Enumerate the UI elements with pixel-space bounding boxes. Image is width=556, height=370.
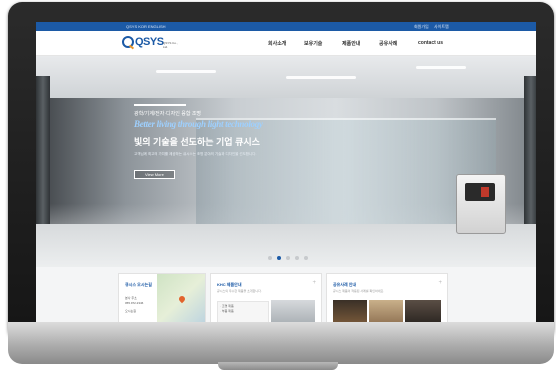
products-card-description: 큐시스의 우수한 제품을 소개합니다. xyxy=(217,289,262,293)
ceiling-light xyxy=(156,70,216,73)
hero-slider: 광학/기계/전자·디자인 융합 조명 Better living through… xyxy=(36,56,536,267)
location-card[interactable]: 큐시스 오시는길 본사 주소 055.972.2346 오시는길 xyxy=(118,273,206,324)
hero-small-text: 광학/기계/전자·디자인 융합 조명 xyxy=(134,111,202,117)
view-more-button[interactable]: View More xyxy=(134,170,175,179)
slider-dot-2[interactable] xyxy=(277,256,281,260)
products-thumbnail xyxy=(271,300,315,324)
more-plus-icon[interactable]: + xyxy=(438,280,442,286)
monitor-chin xyxy=(8,322,554,364)
utility-bar: QSYS KOR ENGLISH 회원가입 사이트맵 xyxy=(36,22,536,31)
hero-pillar xyxy=(36,76,50,246)
map-pin-icon xyxy=(177,294,187,304)
more-plus-icon[interactable]: + xyxy=(312,280,316,286)
topbar-link-sitemap[interactable]: 사이트맵 xyxy=(434,24,449,29)
nav-item-technology[interactable]: 보유기술 xyxy=(304,40,322,47)
website-screen: QSYS KOR ENGLISH 회원가입 사이트맵 QSYS QSYS Co.… xyxy=(36,22,536,324)
hero-ceiling xyxy=(36,56,536,98)
nav-item-company[interactable]: 회사소개 xyxy=(268,40,286,47)
location-line-3: 오시는길 xyxy=(125,309,137,313)
hero-english-tagline: Better living through light technology xyxy=(134,119,263,129)
case-photo[interactable] xyxy=(333,300,367,324)
monitor-stand xyxy=(218,362,338,370)
products-card-title: KHC 제품안내 xyxy=(217,282,242,287)
hero-description: 고객님께 최고의 가치를 제공하는 큐시스는 조명 분야의 기술과 디자인을 선… xyxy=(134,152,257,156)
hero-machine-image xyxy=(456,174,506,234)
ceiling-light xyxy=(286,76,356,79)
slider-pagination xyxy=(268,256,318,262)
info-cards-section: 큐시스 오시는길 본사 주소 055.972.2346 오시는길 KHC 제품안… xyxy=(36,267,536,324)
nav-item-products[interactable]: 제품안내 xyxy=(342,40,360,47)
main-navigation: QSYS QSYS Co., Ltd. 회사소개 보유기술 제품안내 공유사례 … xyxy=(36,31,536,56)
slider-dot-5[interactable] xyxy=(304,256,308,260)
ceiling-light xyxy=(416,66,466,69)
hero-korean-headline: 빛의 기술을 선도하는 기업 큐시스 xyxy=(134,137,260,147)
slider-dot-3[interactable] xyxy=(286,256,290,260)
nav-item-contact[interactable]: contact us xyxy=(418,40,443,46)
topbar-link-kor[interactable]: QSYS KOR xyxy=(126,24,147,29)
location-line-1: 본사 주소 xyxy=(125,296,137,300)
slider-dot-4[interactable] xyxy=(295,256,299,260)
topbar-link-join[interactable]: 회원가입 xyxy=(414,24,429,29)
site-logo[interactable]: QSYS QSYS Co., Ltd. xyxy=(122,36,182,50)
cases-card-title: 공유사례 안내 xyxy=(333,282,357,287)
products-list-item[interactable]: · 조명 제품 xyxy=(220,304,234,308)
case-photo[interactable] xyxy=(405,300,441,324)
location-line-2: 055.972.2346 xyxy=(125,301,144,305)
logo-mark-icon xyxy=(122,36,134,48)
cases-card[interactable]: 공유사례 안내 + 큐시스 제품이 적용된 사례를 확인하세요. xyxy=(326,273,448,324)
products-card[interactable]: KHC 제품안내 + 큐시스의 우수한 제품을 소개합니다. · 조명 제품 ·… xyxy=(210,273,322,324)
logo-text: QSYS xyxy=(135,36,164,48)
nav-item-cases[interactable]: 공유사례 xyxy=(379,40,397,47)
location-card-title: 큐시스 오시는길 xyxy=(125,282,152,287)
hero-divider xyxy=(134,104,186,106)
hero-text-block: 광학/기계/전자·디자인 융합 조명 Better living through… xyxy=(134,104,284,181)
slider-dot-1[interactable] xyxy=(268,256,272,260)
location-map xyxy=(157,274,205,324)
topbar-link-english[interactable]: ENGLISH xyxy=(148,24,166,29)
case-photo[interactable] xyxy=(369,300,403,324)
logo-subtext: QSYS Co., Ltd. xyxy=(163,41,178,49)
hero-pillar xyxy=(524,76,536,246)
cases-card-description: 큐시스 제품이 적용된 사례를 확인하세요. xyxy=(333,289,385,293)
monitor-frame: QSYS KOR ENGLISH 회원가입 사이트맵 QSYS QSYS Co.… xyxy=(8,2,554,342)
products-list-item[interactable]: · 부품 제품 xyxy=(220,309,234,313)
